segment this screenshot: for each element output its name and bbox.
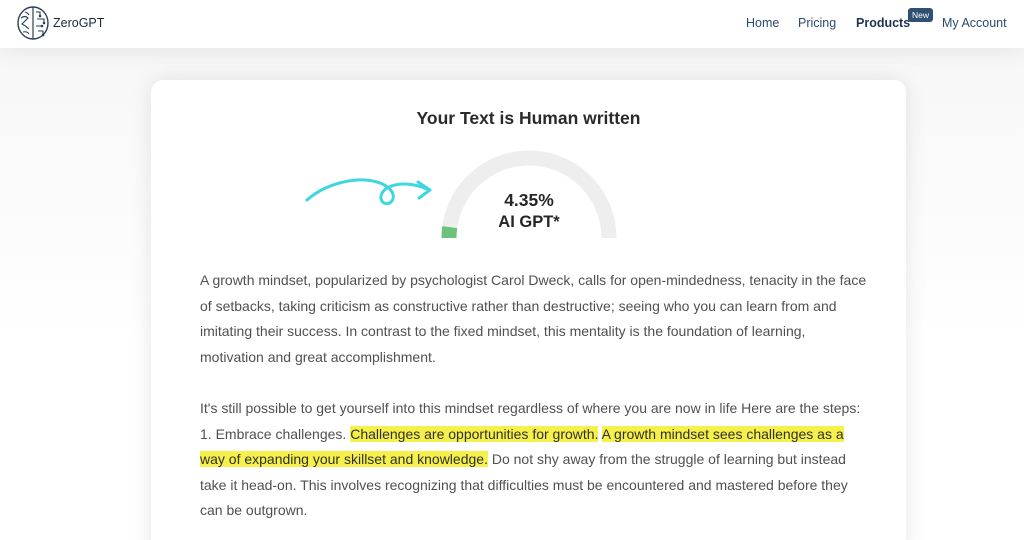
nav-home-link[interactable]: Home <box>746 16 779 30</box>
nav-my-account-link[interactable]: My Account <box>942 16 1007 30</box>
curly-arrow-icon <box>305 178 432 205</box>
ai-gpt-label: AI GPT* <box>498 213 560 231</box>
ai-highlight-sentence: Challenges are opportunities for growth. <box>350 425 599 442</box>
result-card: Your Text is Human written 4.35% AI GPT*… <box>151 80 906 540</box>
brain-logo-icon <box>17 6 49 40</box>
paragraph-2: It's still possible to get yourself into… <box>200 396 870 524</box>
nav-pricing-link[interactable]: Pricing <box>798 16 836 30</box>
result-title: Your Text is Human written <box>416 108 641 128</box>
brand-name: ZeroGPT <box>53 16 105 30</box>
paragraph-1: A growth mindset, popularized by psychol… <box>200 272 867 365</box>
logo-link[interactable]: ZeroGPT <box>16 4 104 42</box>
ai-percentage: 4.35% <box>504 190 554 210</box>
top-nav-bar: ZeroGPT Home Pricing Products New My Acc… <box>0 0 1024 48</box>
new-badge: New <box>908 8 934 22</box>
analyzed-text: A growth mindset, popularized by psychol… <box>200 268 870 540</box>
nav-products-link[interactable]: Products <box>856 16 910 30</box>
